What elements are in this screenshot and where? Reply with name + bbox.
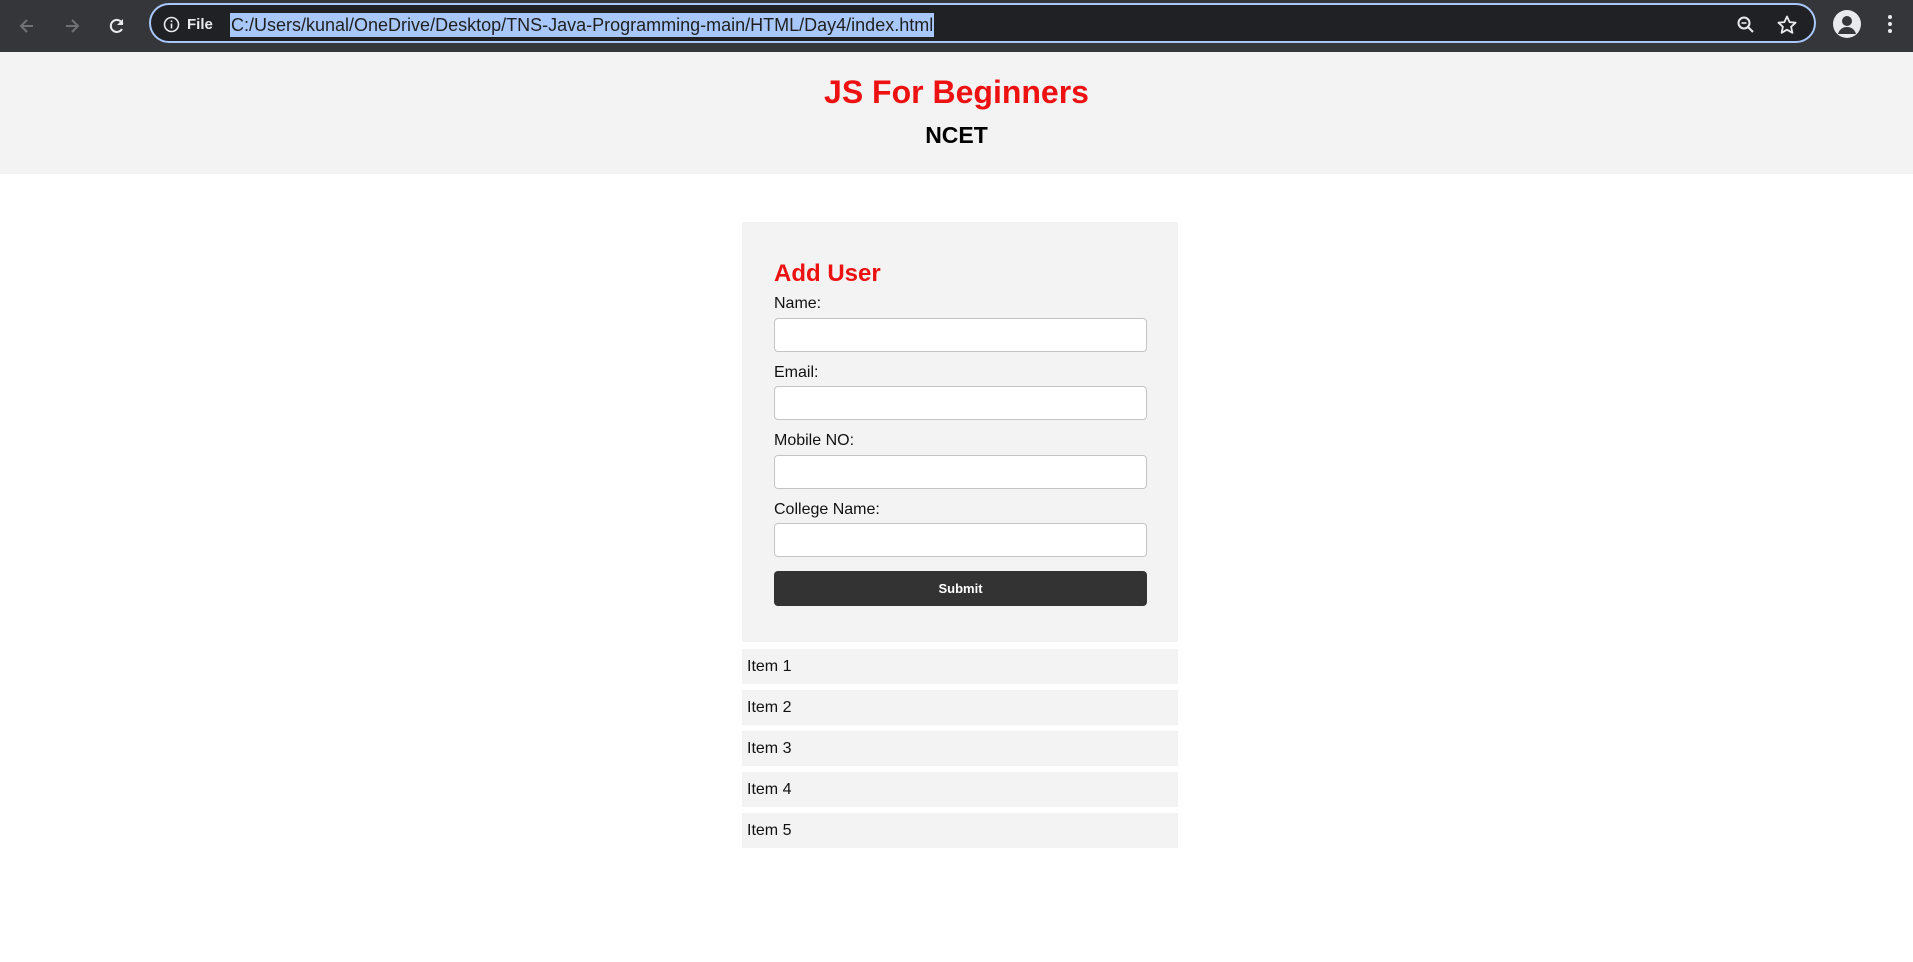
zoom-icon: [1737, 16, 1754, 33]
list-item: Item 1: [742, 649, 1178, 684]
mobile-input[interactable]: [774, 455, 1147, 489]
reload-button[interactable]: [99, 9, 135, 43]
site-info-chip[interactable]: File: [163, 14, 213, 34]
profile-icon: [1838, 16, 1856, 34]
list-item: Item 3: [742, 731, 1178, 766]
forward-arrow-icon: [66, 19, 80, 33]
college-input[interactable]: [774, 523, 1147, 557]
submit-button[interactable]: Submit: [774, 571, 1147, 606]
zoom-button[interactable]: [1734, 13, 1758, 37]
list-item: Item 5: [742, 813, 1178, 848]
star-icon: [1777, 15, 1797, 34]
college-label: College Name:: [774, 501, 880, 518]
forward-button[interactable]: [54, 9, 90, 43]
add-user-form: Add User Name: Email: Mobile NO: College…: [742, 222, 1178, 642]
menu-dots-icon[interactable]: [1880, 10, 1900, 38]
address-bar[interactable]: File C:/Users/kunal/OneDrive/Desktop/TNS…: [149, 3, 1816, 43]
web-page: JS For Beginners NCET Add User Name: Ema…: [0, 52, 1913, 962]
profile-button[interactable]: [1833, 10, 1861, 38]
email-input[interactable]: [774, 386, 1147, 420]
list-item: Item 2: [742, 690, 1178, 725]
email-label: Email:: [774, 364, 819, 381]
list-item: Item 4: [742, 772, 1178, 807]
item-list: Item 1 Item 2 Item 3 Item 4 Item 5: [742, 649, 1178, 854]
mobile-label: Mobile NO:: [774, 432, 855, 449]
back-arrow-icon: [19, 19, 33, 33]
reload-icon: [109, 18, 124, 33]
browser-toolbar: File C:/Users/kunal/OneDrive/Desktop/TNS…: [0, 0, 1913, 52]
name-label: Name:: [774, 295, 822, 312]
site-chip-label: File: [187, 15, 213, 33]
form-title: Add User: [774, 260, 881, 287]
info-icon: [163, 16, 180, 32]
name-input[interactable]: [774, 318, 1147, 352]
site-header: JS For Beginners NCET: [0, 52, 1913, 174]
url-text[interactable]: C:/Users/kunal/OneDrive/Desktop/TNS-Java…: [230, 13, 935, 37]
page-title: JS For Beginners: [824, 74, 1089, 110]
bookmark-button[interactable]: [1775, 13, 1799, 37]
back-button[interactable]: [9, 9, 45, 43]
page-subtitle: NCET: [925, 122, 988, 148]
